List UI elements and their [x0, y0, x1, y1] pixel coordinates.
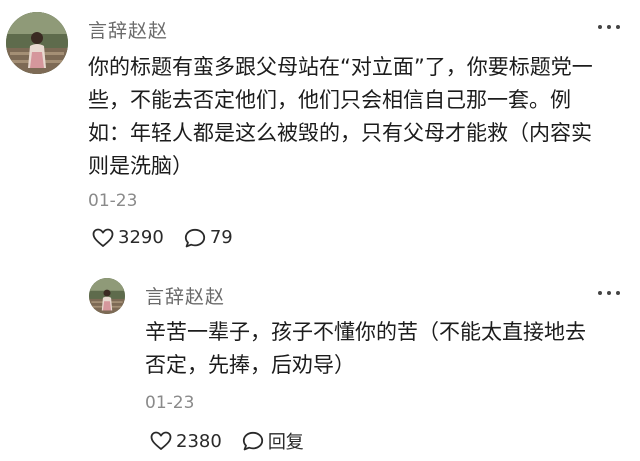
- reply-button[interactable]: 回复: [242, 428, 304, 454]
- comment-actions: 3290 79: [92, 227, 233, 248]
- comment-date: 01-23: [88, 191, 138, 211]
- reply-count: 79: [209, 227, 233, 248]
- comment-text-line: 如：年轻人都是这么被毁的，只有父母才能救（内容实: [88, 121, 592, 145]
- reply-text: 辛苦一辈子，孩子不懂你的苦（不能太直接地去 否定，先捧，后劝导）: [145, 316, 586, 382]
- heart-outline-icon: [92, 228, 114, 247]
- comment-item: 言辞赵赵 你的标题有蛮多跟父母站在“对立面”了，你要标题党一 些，不能去否定他们…: [0, 0, 640, 270]
- heart-outline-icon: [150, 431, 172, 450]
- avatar[interactable]: [89, 278, 125, 314]
- like-count: 3290: [118, 227, 164, 248]
- avatar-photo: [6, 12, 68, 74]
- reply-label: 回复: [267, 432, 304, 453]
- username[interactable]: 言辞赵赵: [145, 282, 225, 309]
- like-button[interactable]: 3290: [92, 227, 164, 248]
- comment-text-line: 些，不能去否定他们，他们只会相信自己那一套。例: [88, 88, 571, 112]
- like-button[interactable]: 2380: [150, 431, 222, 452]
- more-dots-icon[interactable]: [598, 22, 620, 32]
- comment-text-line: 你的标题有蛮多跟父母站在“对立面”了，你要标题党一: [88, 55, 593, 79]
- more-dots-icon[interactable]: [598, 288, 620, 298]
- username[interactable]: 言辞赵赵: [88, 16, 168, 43]
- reply-text-line: 否定，先捧，后劝导）: [145, 353, 355, 377]
- reply-item: 言辞赵赵 辛苦一辈子，孩子不懂你的苦（不能太直接地去 否定，先捧，后劝导） 01…: [0, 270, 640, 461]
- avatar[interactable]: [6, 12, 68, 74]
- reply-date: 01-23: [145, 393, 195, 413]
- speech-bubble-icon: [242, 431, 263, 451]
- reply-actions: 2380 回复: [150, 428, 304, 454]
- comment-text: 你的标题有蛮多跟父母站在“对立面”了，你要标题党一 些，不能去否定他们，他们只会…: [88, 51, 593, 183]
- comment-text-line: 则是洗脑）: [88, 154, 193, 178]
- speech-bubble-icon: [184, 228, 205, 247]
- like-count: 2380: [176, 430, 222, 452]
- comment-button[interactable]: 79: [184, 227, 233, 248]
- avatar-photo: [89, 278, 125, 314]
- reply-text-line: 辛苦一辈子，孩子不懂你的苦（不能太直接地去: [145, 320, 586, 344]
